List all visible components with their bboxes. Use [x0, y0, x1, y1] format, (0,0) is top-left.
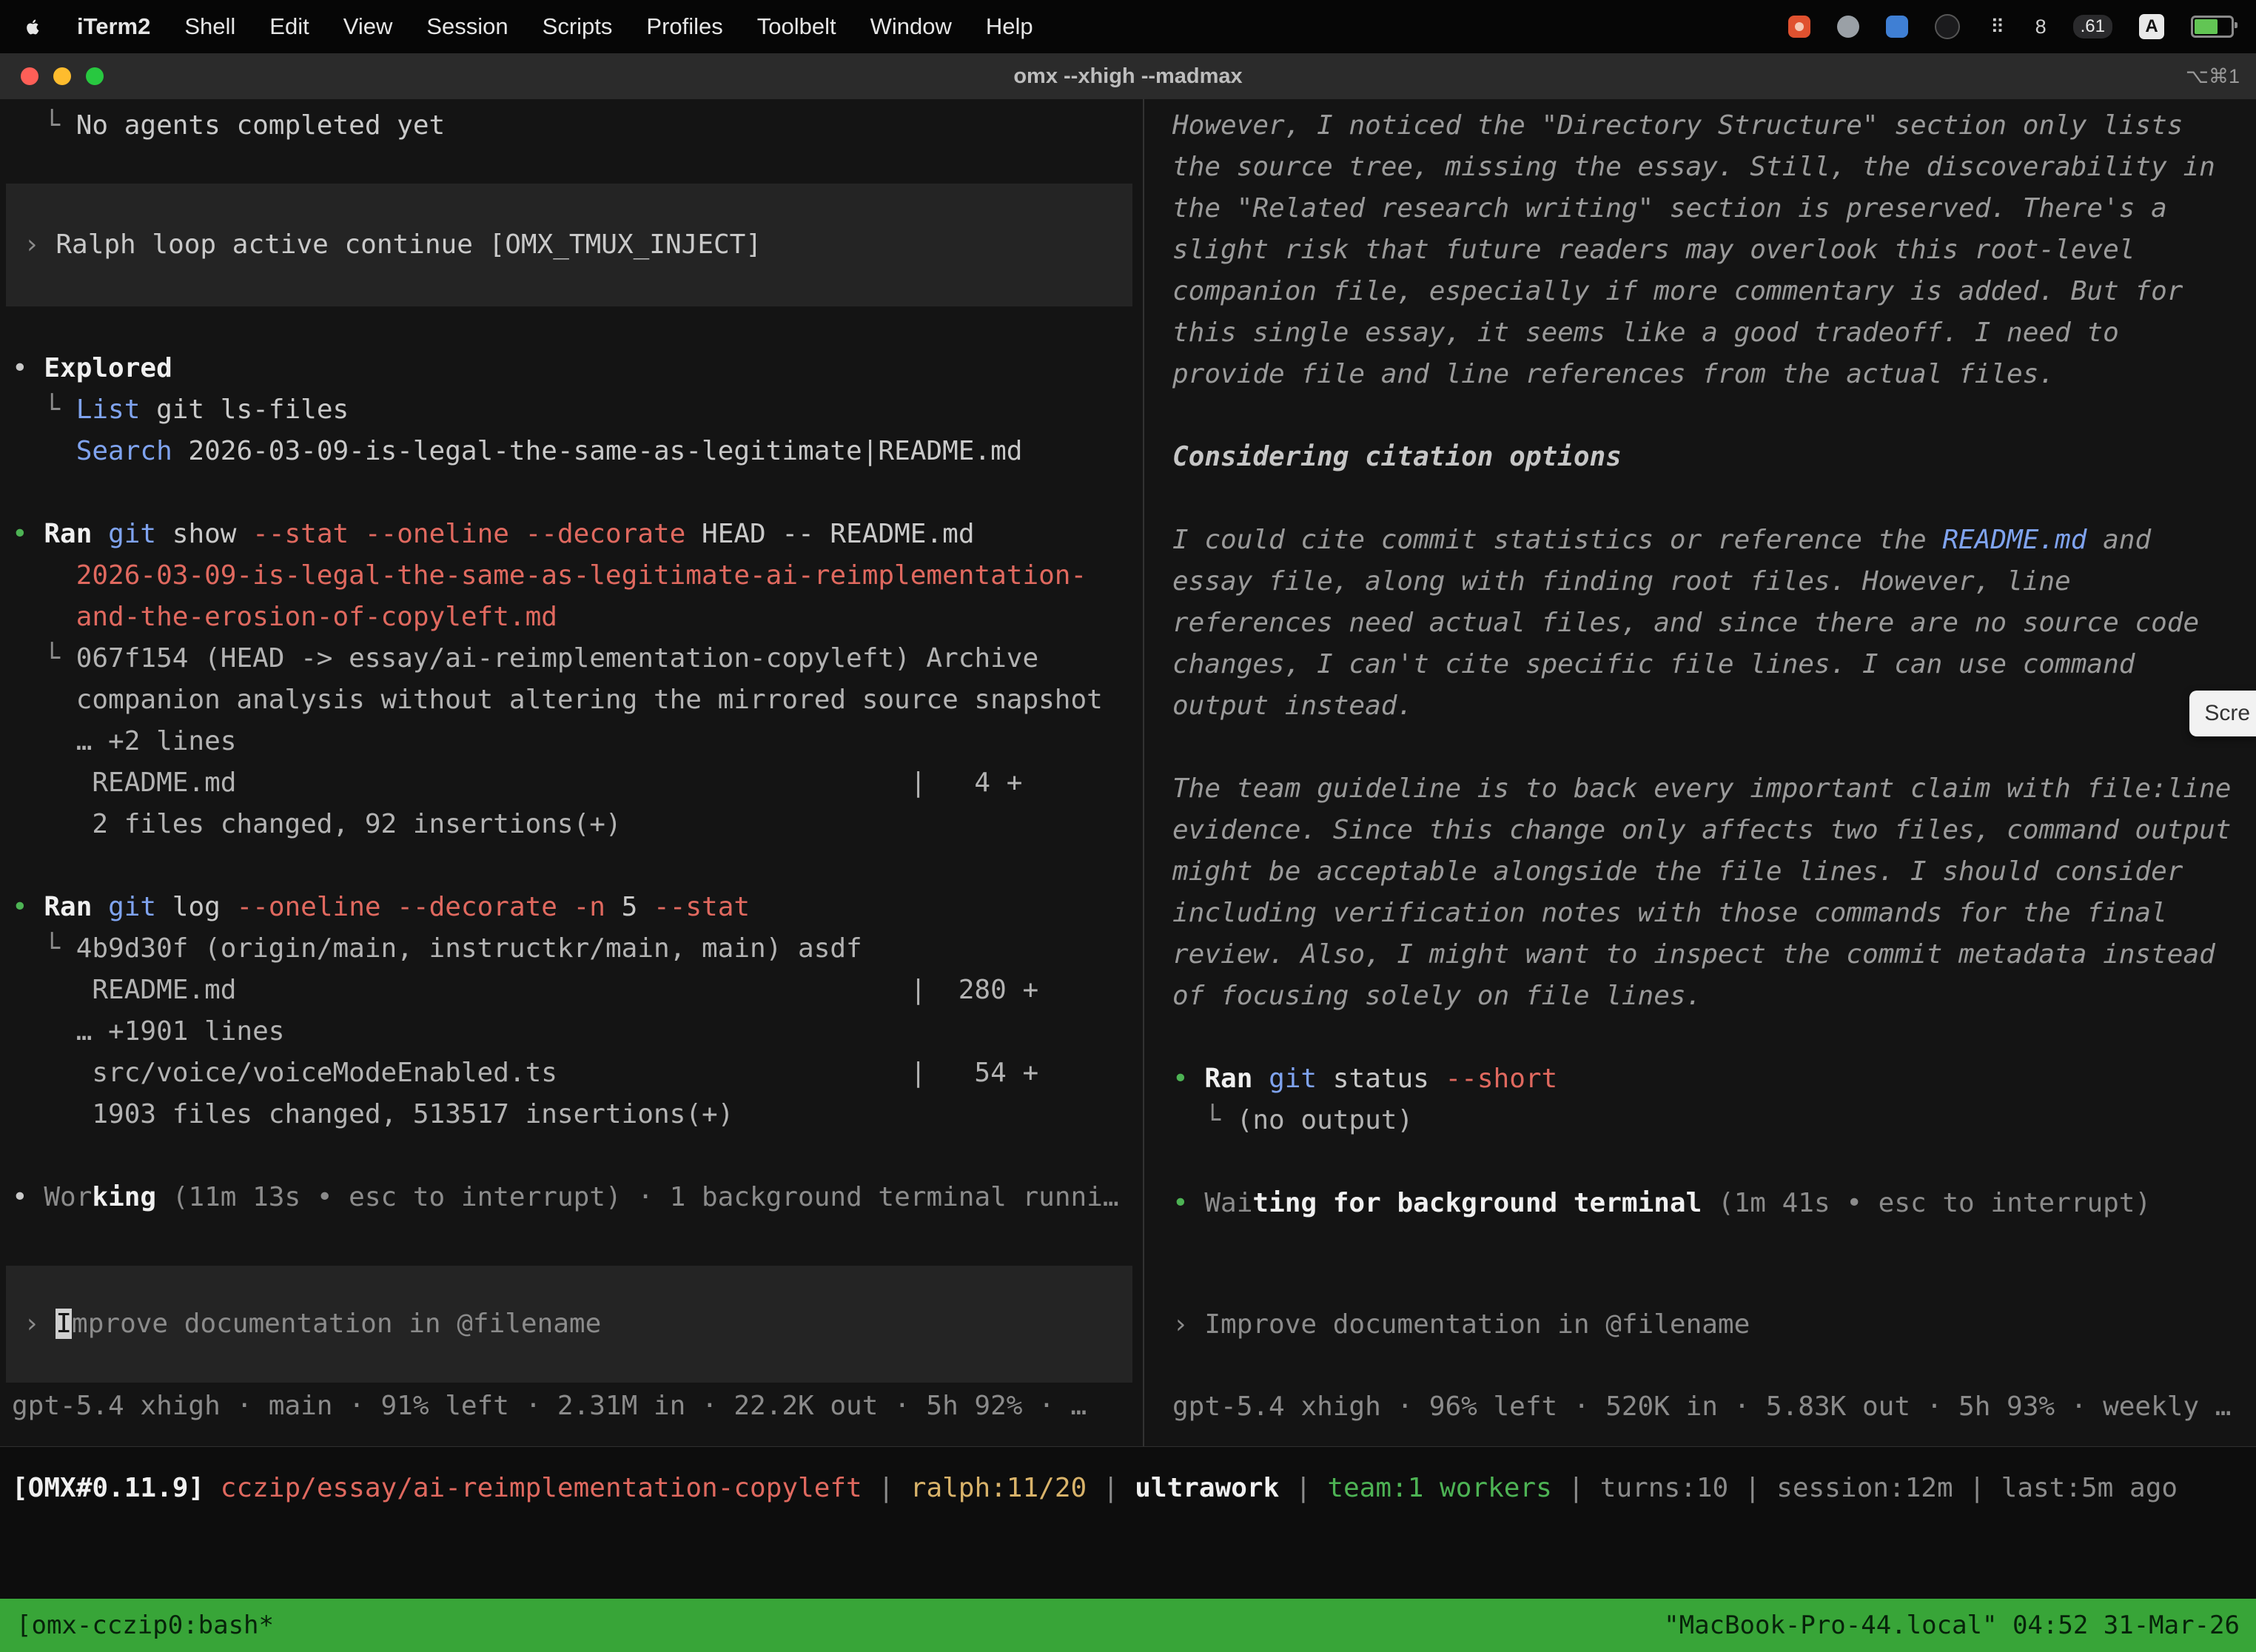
thinking-line-2: the "Related research writing" section i… [1172, 188, 2256, 229]
ralph-loop-text: › Ralph loop active continue [OMX_TMUX_I… [24, 224, 1132, 266]
agents-status-line: └ No agents completed yet [12, 105, 1143, 147]
ran-git-show-cmd: • Ran git show --stat --oneline --decora… [12, 514, 1143, 555]
thinking-paragraph-3: The team guideline is to back every impo… [1172, 768, 2256, 1017]
terminal-pane-left[interactable]: └ No agents completed yet › Ralph loop a… [0, 99, 1144, 1446]
model-status-left: gpt-5.4 xhigh · main · 91% left · 2.31M … [12, 1386, 1143, 1427]
thinking-line-2: might be acceptable alongside the file l… [1172, 851, 2256, 893]
git-status-output: └ (no output) [1172, 1100, 2256, 1141]
tmux-session-label: [omx-cczip0:bash* [16, 1611, 274, 1640]
thinking-line-0: essay file, along with finding root file… [1172, 561, 2256, 602]
ran-git-log-cmd: • Ran git log --oneline --decorate -n 5 … [12, 887, 1143, 928]
thinking-line-2: changes, I can't cite specific file line… [1172, 644, 2256, 685]
thinking-line-4: companion file, especially if more comme… [1172, 271, 2256, 312]
git-show-commit-line: └ 067f154 (HEAD -> essay/ai-reimplementa… [12, 638, 1143, 679]
git-show-filename-2: and-the-erosion-of-copyleft.md [12, 597, 1143, 638]
thinking-line-6: provide file and line references from th… [1172, 354, 2256, 395]
thinking-line-0: However, I noticed the "Directory Struct… [1172, 105, 2256, 147]
git-log-more-lines: … +1901 lines [12, 1011, 1143, 1052]
grid-app-icon[interactable]: ⠿ [1987, 16, 2009, 38]
thinking-line-1: the source tree, missing the essay. Stil… [1172, 147, 2256, 188]
explored-list-cmd: └ List git ls-files [12, 389, 1143, 431]
tmux-status-bar: [omx-cczip0:bash* "MacBook-Pro-44.local"… [0, 1599, 2256, 1652]
compass-app-icon[interactable] [1837, 16, 1859, 38]
menu-item-0[interactable]: Shell [184, 13, 235, 40]
thinking-line-1: references need actual files, and since … [1172, 602, 2256, 644]
window-title-bar: omx --xhigh --madmax ⌥⌘1 [0, 53, 2256, 100]
minimize-window-button[interactable] [53, 67, 71, 85]
menu-item-6[interactable]: Toolbelt [757, 13, 836, 40]
thinking-line-3: output instead. [1172, 685, 2256, 727]
tmux-host-clock-label: "MacBook-Pro-44.local" 04:52 31-Mar-26 [1664, 1611, 2240, 1640]
zoom-window-button[interactable] [86, 67, 104, 85]
prompt-text-left[interactable]: › Improve documentation in @filename [24, 1303, 1132, 1345]
explored-header: • Explored [12, 348, 1143, 389]
omx-status-line: [OMX#0.11.9] cczip/essay/ai-reimplementa… [12, 1468, 2256, 1509]
window-title: omx --xhigh --madmax [1013, 64, 1242, 89]
menu-item-4[interactable]: Scripts [543, 13, 613, 40]
git-log-stat-readme: README.md | 280 + [12, 970, 1143, 1011]
thinking-paragraph-2: essay file, along with finding root file… [1172, 561, 2256, 727]
omx-status-bar: [OMX#0.11.9] cczip/essay/ai-reimplementa… [0, 1446, 2256, 1599]
thinking-line-3: including verification notes with those … [1172, 893, 2256, 934]
git-log-summary: 1903 files changed, 513517 insertions(+) [12, 1094, 1143, 1135]
thinking-heading: Considering citation options [1172, 437, 2256, 478]
menu-item-app-name[interactable]: iTerm2 [77, 13, 150, 40]
menu-status-icons: ⠿ 8 .61 A [1788, 14, 2234, 39]
thinking-line-5: this single essay, it seems like a good … [1172, 312, 2256, 354]
apple-menu-icon[interactable] [22, 14, 43, 39]
git-show-filename-1: 2026-03-09-is-legal-the-same-as-legitima… [12, 555, 1143, 597]
ran-git-status-cmd: • Ran git status --short [1172, 1058, 2256, 1100]
number-status-icon[interactable]: 8 [2035, 16, 2047, 38]
menu-item-8[interactable]: Help [986, 13, 1033, 40]
menu-item-3[interactable]: Session [426, 13, 508, 40]
git-show-stat-readme: README.md | 4 + [12, 762, 1143, 804]
thinking-line-0: The team guideline is to back every impo… [1172, 768, 2256, 810]
menu-bar: iTerm2 Shell Edit View Session Scripts Profil… [0, 0, 2256, 53]
screen-recording-indicator-icon[interactable] [1788, 16, 1810, 38]
menu-item-5[interactable]: Profiles [646, 13, 722, 40]
model-status-right: gpt-5.4 xhigh · 96% left · 520K in · 5.8… [1172, 1386, 2256, 1428]
status-badge[interactable]: .61 [2073, 15, 2112, 38]
menu-item-1[interactable]: Edit [269, 13, 309, 40]
menu-item-7[interactable]: Window [870, 13, 952, 40]
menu-item-2[interactable]: View [343, 13, 393, 40]
thinking-line-3: slight risk that future readers may over… [1172, 229, 2256, 271]
window-shortcut-label: ⌥⌘1 [2186, 65, 2240, 88]
terminal: └ No agents completed yet › Ralph loop a… [0, 99, 2256, 1652]
thinking-paragraph-1: However, I noticed the "Directory Struct… [1172, 105, 2256, 395]
screen-overlay-button[interactable]: Scre [2189, 691, 2256, 736]
git-log-stat-voice: src/voice/voiceModeEnabled.ts | 54 + [12, 1052, 1143, 1094]
menu-items: Shell Edit View Session Scripts Profiles Toolb… [184, 13, 1033, 40]
explored-search-cmd: Search 2026-03-09-is-legal-the-same-as-l… [12, 431, 1143, 472]
terminal-pane-right[interactable]: However, I noticed the "Directory Struct… [1144, 99, 2256, 1446]
dark-app-icon[interactable] [1935, 14, 1960, 39]
git-show-commit-msg: companion analysis without altering the … [12, 679, 1143, 721]
git-log-commit-line: └ 4b9d30f (origin/main, instructkr/main,… [12, 928, 1143, 970]
thinking-line-4: review. Also, I might want to inspect th… [1172, 934, 2256, 976]
git-show-more-lines: … +2 lines [12, 721, 1143, 762]
traffic-lights [21, 67, 104, 85]
input-source-icon[interactable]: A [2139, 14, 2164, 39]
thinking-line-1: evidence. Since this change only affects… [1172, 810, 2256, 851]
ralph-loop-banner: › Ralph loop active continue [OMX_TMUX_I… [6, 184, 1132, 306]
prompt-text-right[interactable]: › Improve documentation in @filename [1172, 1304, 2256, 1346]
close-window-button[interactable] [21, 67, 38, 85]
git-show-summary: 2 files changed, 92 insertions(+) [12, 804, 1143, 845]
waiting-status-line: • Waiting for background terminal (1m 41… [1172, 1183, 2256, 1224]
working-status-line: • Working (11m 13s • esc to interrupt) ·… [12, 1177, 1143, 1218]
thinking-line-5: of focusing solely on file lines. [1172, 976, 2256, 1017]
blue-app-icon[interactable] [1886, 16, 1908, 38]
prompt-input-left[interactable]: › Improve documentation in @filename [6, 1266, 1132, 1383]
thinking-paragraph-2-first: I could cite commit statistics or refere… [1172, 520, 2256, 561]
battery-icon[interactable] [2191, 16, 2234, 38]
